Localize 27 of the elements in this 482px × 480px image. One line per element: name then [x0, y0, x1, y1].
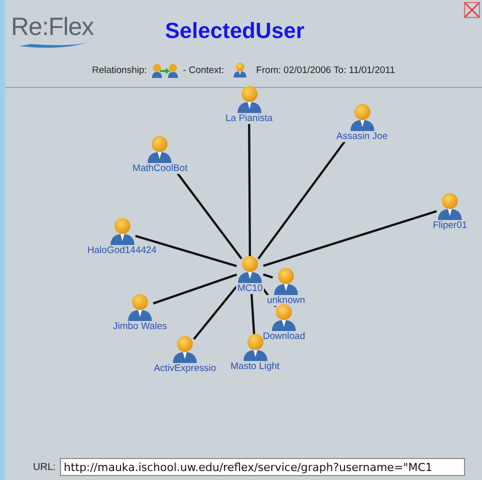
url-label: URL: [33, 462, 56, 472]
user-icon [271, 267, 301, 297]
user-name[interactable]: La Pianista [224, 113, 274, 124]
connection-line [262, 273, 274, 279]
logo: Re:Flex [11, 12, 94, 42]
selected-user-icon [235, 255, 265, 285]
context-label: - Context: [182, 64, 224, 76]
user-name[interactable]: Assasin Joe [335, 131, 389, 142]
user-name[interactable]: Masto Light [229, 361, 281, 372]
close-icon[interactable] [464, 2, 480, 18]
user-name[interactable]: Jimbo Wales [112, 321, 168, 332]
user-icon [269, 303, 299, 333]
url-field[interactable]: http://mauka.ischool.uw.edu/reflex/service/graph?username="MC1 [60, 458, 465, 476]
date-range: From: 02/01/2006 To: 11/01/2011 [256, 64, 395, 76]
user-name[interactable]: MC10 [236, 283, 264, 294]
user-name[interactable]: Download [262, 331, 306, 342]
context-icon [232, 62, 248, 78]
user-name[interactable]: HaloGod144424 [86, 245, 158, 256]
user-icon [170, 335, 200, 365]
relationship-label: Relationship: [92, 64, 147, 76]
user-name[interactable]: unknown [266, 295, 306, 306]
user-name[interactable]: Fliper01 [432, 220, 468, 231]
relationship-icon [150, 62, 179, 78]
user-icon [125, 293, 155, 323]
user-name[interactable]: MathCoolBot [132, 163, 188, 174]
user-name[interactable]: ActivExpressio [152, 363, 218, 374]
page-title: SelectedUser [165, 18, 304, 44]
